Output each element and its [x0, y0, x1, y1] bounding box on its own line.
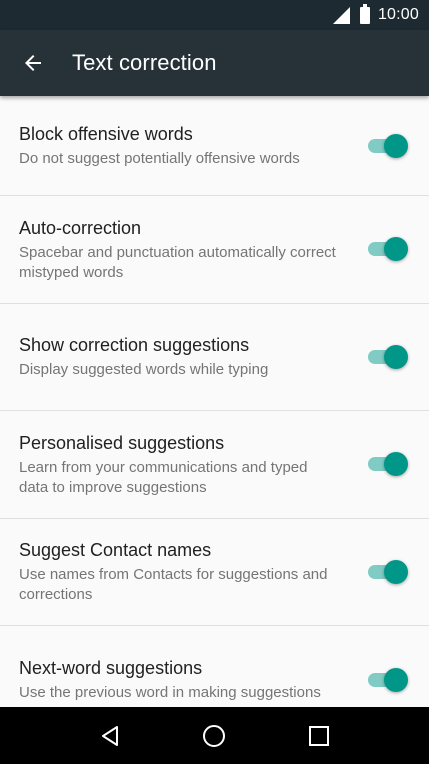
next-word-suggestions-toggle[interactable] — [368, 667, 408, 693]
personalised-suggestions-toggle[interactable] — [368, 451, 408, 477]
setting-next-word-suggestions[interactable]: Next-word suggestions Use the previous w… — [0, 626, 429, 707]
toggle-thumb — [384, 237, 408, 262]
status-time: 10:00 — [377, 6, 419, 23]
setting-label: Show correction suggestions — [19, 335, 250, 356]
system-nav-bar — [0, 707, 429, 764]
battery-icon — [359, 3, 370, 24]
setting-summary: Display suggested words while typing — [19, 361, 269, 379]
setting-label: Next-word suggestions — [19, 658, 203, 679]
toggle-thumb — [384, 559, 408, 584]
signal-icon — [332, 6, 350, 24]
toggle-thumb — [384, 133, 408, 158]
setting-label: Suggest Contact names — [19, 540, 212, 561]
nav-recents-icon[interactable] — [299, 716, 339, 756]
setting-label: Personalised suggestions — [19, 432, 225, 453]
nav-back-icon[interactable] — [90, 716, 130, 756]
auto-correction-toggle[interactable] — [368, 236, 408, 262]
setting-block-offensive-words[interactable]: Block offensive words Do not suggest pot… — [0, 96, 429, 196]
suggest-contact-names-toggle[interactable] — [368, 559, 408, 585]
toggle-thumb — [384, 344, 408, 369]
toggle-thumb — [384, 667, 408, 692]
block-offensive-words-toggle[interactable] — [368, 133, 408, 159]
nav-home-icon[interactable] — [194, 716, 234, 756]
setting-personalised-suggestions[interactable]: Personalised suggestions Learn from your… — [0, 411, 429, 519]
setting-suggest-contact-names[interactable]: Suggest Contact names Use names from Con… — [0, 519, 429, 626]
settings-list: Block offensive words Do not suggest pot… — [0, 96, 429, 707]
setting-label: Block offensive words — [19, 124, 193, 144]
setting-auto-correction[interactable]: Auto-correction Spacebar and punctuation… — [0, 196, 429, 304]
arrow-back-icon[interactable] — [21, 51, 45, 75]
setting-summary: Spacebar and punctuation automatically c… — [19, 243, 336, 281]
status-bar: 10:00 — [0, 0, 429, 30]
app-toolbar: Text correction — [0, 30, 429, 96]
show-correction-suggestions-toggle[interactable] — [368, 344, 408, 370]
setting-summary: Use names from Contacts for suggestions … — [19, 566, 328, 604]
setting-summary: Learn from your communications and typed… — [19, 458, 308, 496]
setting-show-correction-suggestions[interactable]: Show correction suggestions Display sugg… — [0, 304, 429, 411]
setting-label: Auto-correction — [19, 217, 142, 238]
setting-summary: Use the previous word in making suggesti… — [19, 684, 321, 702]
setting-summary: Do not suggest potentially offensive wor… — [19, 150, 300, 167]
page-title: Text correction — [72, 50, 217, 75]
toggle-thumb — [384, 452, 408, 477]
